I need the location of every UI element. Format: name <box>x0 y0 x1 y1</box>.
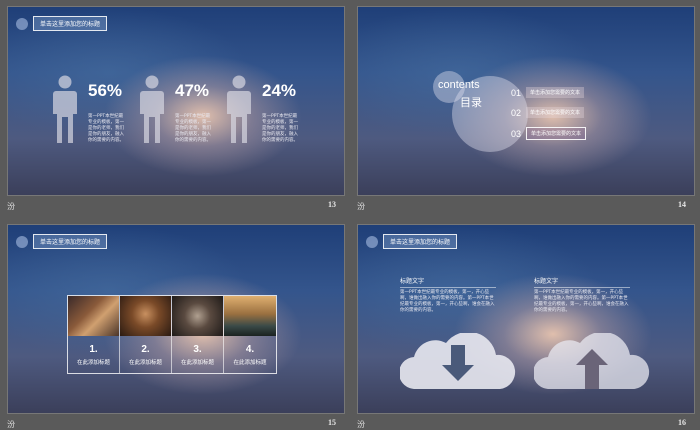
title-dot-icon <box>16 17 28 30</box>
slide-title[interactable]: 单击这里添加您的标题 <box>33 234 108 249</box>
contents-subtitle: 目录 <box>460 96 482 109</box>
slide-title-bar: 单击这里添加您的标题 <box>366 234 458 249</box>
slide-footer-mark: 汾 <box>357 420 365 429</box>
gallery-card[interactable]: 1. 在此添加标题 <box>68 296 120 373</box>
slide-thumbnail-13[interactable]: 单击这里添加您的标题 56% 第一PPT本世纪最专业的模板，第一是你的老师，我们… <box>7 6 345 196</box>
person-icon <box>227 75 251 143</box>
gallery-card-label: 在此添加标题 <box>180 360 214 366</box>
title-dot-icon <box>366 235 378 248</box>
toc-item-label: 单击添加您需要的文本 <box>526 127 587 140</box>
slide-title-bar: 单击这里添加您的标题 <box>16 234 108 249</box>
slide-number: 13 <box>328 200 336 209</box>
slide-number: 15 <box>328 418 336 427</box>
slide-footer-mark: 汾 <box>7 202 15 211</box>
slide-thumbnail-15[interactable]: 单击这里添加您的标题 1. 在此添加标题 2. 在此添加标题 3. 在此添加标题… <box>7 224 345 414</box>
column-text: 第一PPT本世纪最专业的模板，第一，开心些啊，谁做出融入你的需要的内容。第一PP… <box>534 290 629 313</box>
stat-description: 第一PPT本世纪最专业的模板，第一是你的老师，我们是你的朋友，融入你的需要的内容… <box>262 114 298 143</box>
gallery-card-label: 在此添加标题 <box>233 360 267 366</box>
gallery-card-label: 在此添加标题 <box>128 360 162 366</box>
cloud-download-icon <box>400 333 516 389</box>
title-dot-icon <box>16 235 28 248</box>
gallery-card-number: 4. <box>245 344 255 355</box>
slide-number: 14 <box>678 200 686 209</box>
toc-item-number: 03 <box>511 128 522 139</box>
gallery-card-number: 1. <box>89 344 98 355</box>
toc-item-label: 单击添加您需要的文本 <box>526 107 585 118</box>
slide-footer-mark: 汾 <box>357 202 365 211</box>
gallery-card-number: 2. <box>141 344 150 355</box>
slide-footer-mark: 汾 <box>7 420 15 429</box>
stat-percent: 47% <box>175 81 210 100</box>
gallery-card[interactable]: 4. 在此添加标题 <box>224 296 276 373</box>
slide-number: 16 <box>678 418 686 427</box>
stat-percent: 56% <box>88 81 123 100</box>
slide-thumbnail-16[interactable]: 单击这里添加您的标题 标题文字 第一PPT本世纪最专业的模板，第一，开心些啊，谁… <box>357 224 695 414</box>
gallery-card-label: 在此添加标题 <box>76 360 110 366</box>
stat-description: 第一PPT本世纪最专业的模板，第一是你的老师，我们是你的朋友，融入你的需要的内容… <box>175 114 211 143</box>
gallery-photo <box>172 296 223 336</box>
slide-title[interactable]: 单击这里添加您的标题 <box>383 234 458 249</box>
toc-item-label: 单击添加您需要的文本 <box>526 87 585 98</box>
column-heading: 标题文字 <box>400 278 425 285</box>
column-text: 第一PPT本世纪最专业的模板，第一，开心些啊，谁做出融入你的需要的内容。第一PP… <box>400 290 495 313</box>
slide-title-bar: 单击这里添加您的标题 <box>16 16 108 31</box>
toc-item[interactable]: 01 单击添加您需要的文本 <box>511 87 585 98</box>
stat-percent: 24% <box>262 81 297 100</box>
gallery-card-number: 3. <box>193 344 202 355</box>
slide-title[interactable]: 单击这里添加您的标题 <box>33 16 108 31</box>
gallery-photo <box>68 296 119 336</box>
gallery-card[interactable]: 3. 在此添加标题 <box>172 296 224 373</box>
slide-thumbnail-14[interactable]: contents 目录 01 单击添加您需要的文本 02 单击添加您需要的文本 … <box>357 6 695 196</box>
toc-item-number: 02 <box>511 107 522 118</box>
toc-item[interactable]: 02 单击添加您需要的文本 <box>511 107 585 118</box>
toc-item[interactable]: 03 单击添加您需要的文本 <box>511 127 587 140</box>
stat-description: 第一PPT本世纪最专业的模板，第一是你的老师，我们是你的朋友，融入你的需要的内容… <box>88 114 124 143</box>
person-icon <box>53 75 77 143</box>
contents-title: contents <box>438 79 480 91</box>
column-heading: 标题文字 <box>534 278 559 285</box>
toc-item-number: 01 <box>511 87 522 98</box>
column-divider <box>400 287 496 288</box>
column-divider <box>534 287 630 288</box>
gallery-photo <box>224 296 276 336</box>
image-gallery: 1. 在此添加标题 2. 在此添加标题 3. 在此添加标题 4. 在此添加标题 <box>67 295 277 374</box>
gallery-photo <box>120 296 171 336</box>
person-icon <box>140 75 164 143</box>
gallery-card[interactable]: 2. 在此添加标题 <box>120 296 172 373</box>
cloud-upload-icon <box>534 333 650 389</box>
